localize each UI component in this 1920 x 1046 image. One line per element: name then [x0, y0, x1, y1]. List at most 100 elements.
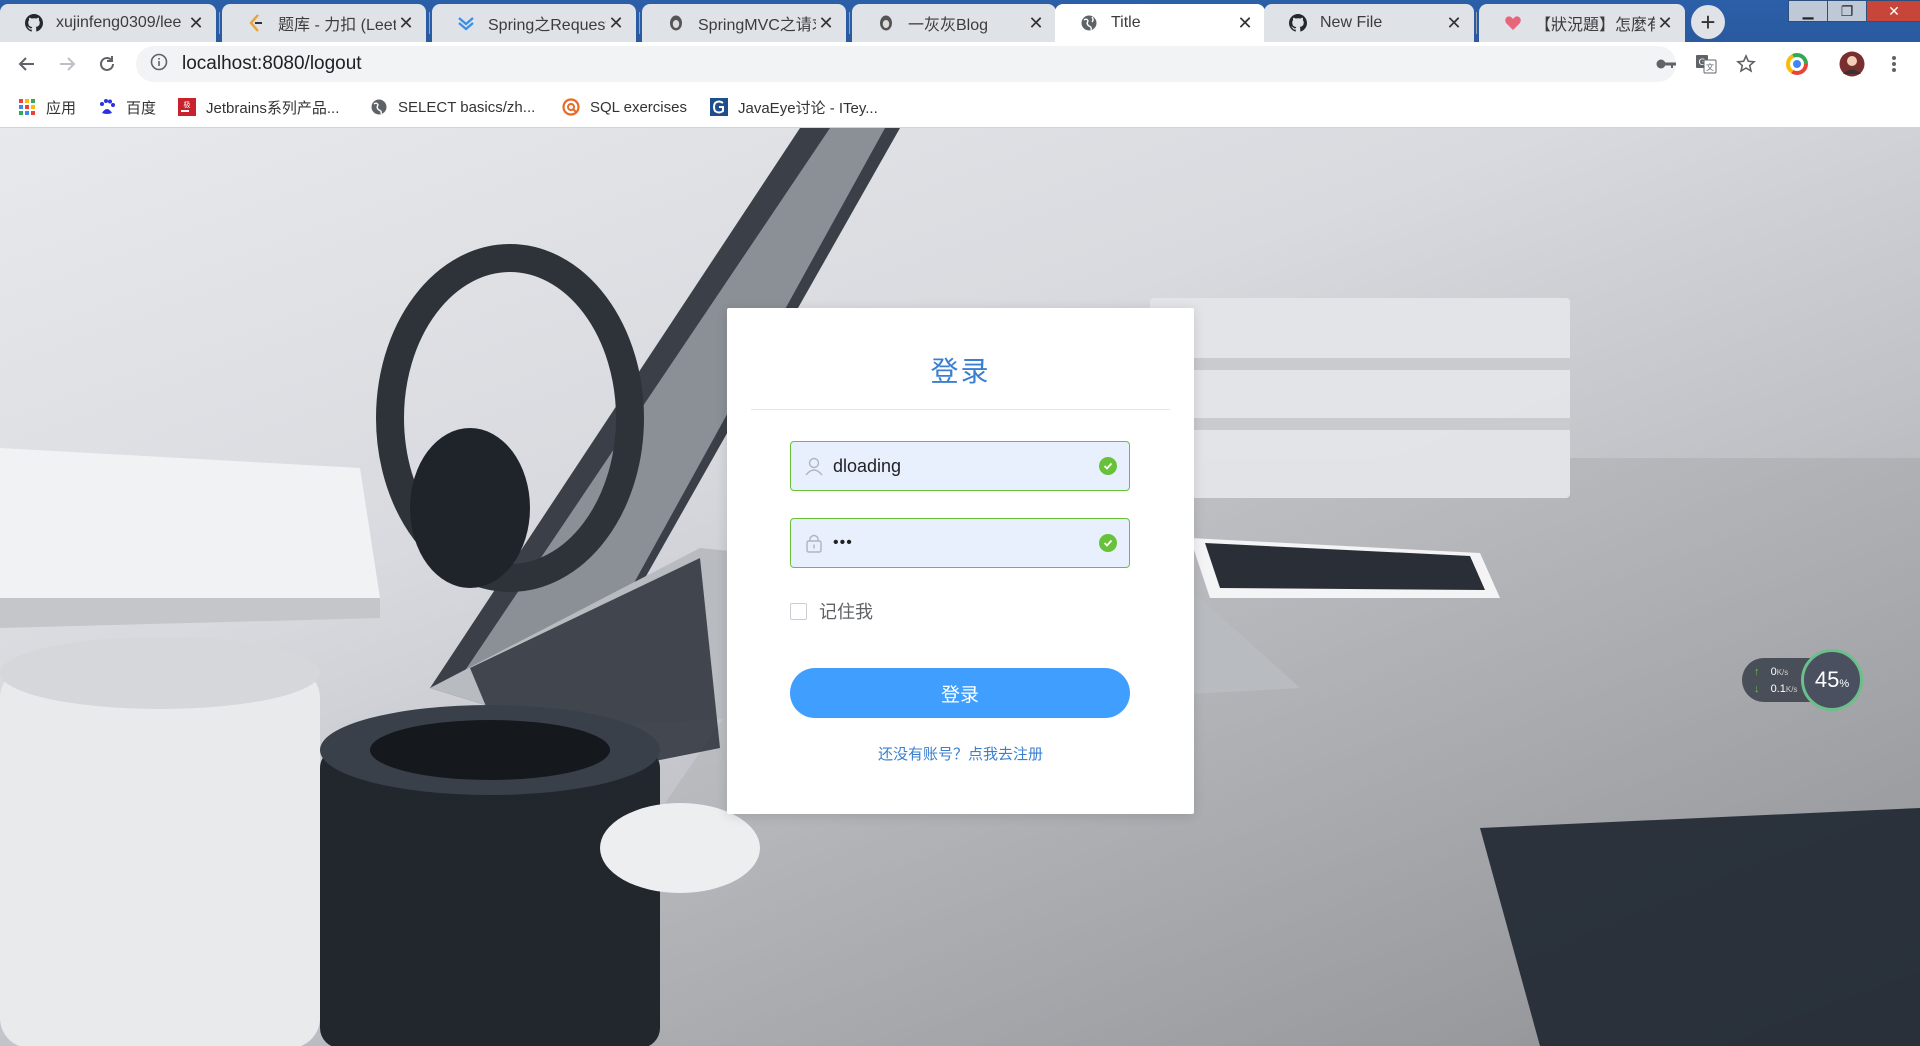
- tab-title: xujinfeng0309/lee: [56, 14, 182, 31]
- tab-separator: [849, 12, 850, 34]
- upload-unit: K/s: [1776, 668, 1789, 677]
- bookmark-sql-exercises[interactable]: SQL exercises: [562, 96, 687, 118]
- user-icon: [803, 455, 825, 477]
- register-link[interactable]: 还没有账号？点我去注册: [727, 743, 1194, 764]
- tab-separator: [219, 12, 220, 34]
- globe-icon: [1079, 13, 1099, 33]
- forward-arrow-icon: [60, 57, 76, 71]
- bookmark-star-icon[interactable]: [1732, 50, 1760, 78]
- heart-icon: [1503, 13, 1523, 33]
- baidu-paw-icon: [98, 98, 116, 116]
- cpu-usage-ring[interactable]: 45%: [1801, 649, 1863, 711]
- new-tab-button[interactable]: +: [1691, 5, 1725, 39]
- download-value: 0.1: [1770, 683, 1786, 695]
- tab-separator: [1476, 12, 1477, 34]
- valid-check-icon: [1099, 534, 1117, 552]
- url-text[interactable]: localhost:8080/logout: [182, 53, 362, 75]
- title-divider: [751, 409, 1170, 410]
- username-field[interactable]: [790, 441, 1130, 491]
- profile-avatar[interactable]: [1838, 50, 1866, 78]
- github-icon: [1288, 13, 1308, 33]
- tab-title: Title: [1111, 14, 1141, 31]
- close-icon[interactable]: ✕: [1026, 13, 1046, 33]
- username-input[interactable]: [833, 455, 1099, 477]
- bookmark-jetbrains[interactable]: 极 Jetbrains系列产品...: [178, 96, 339, 118]
- tab-github-repo[interactable]: xujinfeng0309/lee ✕: [0, 4, 216, 42]
- bookmark-baidu[interactable]: 百度: [98, 96, 156, 118]
- password-field[interactable]: [790, 518, 1130, 568]
- bookmark-apps[interactable]: 应用: [18, 96, 76, 118]
- javaeye-icon: [710, 98, 728, 116]
- sql-exercises-icon: [562, 98, 580, 116]
- window-close-button[interactable]: ✕: [1866, 0, 1920, 22]
- forward-button[interactable]: [53, 50, 81, 78]
- upload-speed: ↑ 0K/s: [1754, 666, 1788, 678]
- back-arrow-icon: [18, 57, 34, 71]
- tab-title: Spring之RequestB: [488, 17, 606, 34]
- tab-strip: xujinfeng0309/lee ✕ 题库 - 力扣 (LeetC ✕ Spr…: [0, 0, 1920, 42]
- tab-title: New File: [1320, 14, 1383, 31]
- close-icon[interactable]: ✕: [186, 13, 206, 33]
- info-icon[interactable]: [150, 53, 168, 76]
- tab-title: 一灰灰Blog: [908, 17, 989, 34]
- tab-separator: [429, 12, 430, 34]
- tab-separator: [639, 12, 640, 34]
- tab-title-active[interactable]: Title ✕: [1055, 4, 1265, 42]
- minimize-button[interactable]: ▁: [1788, 0, 1828, 22]
- globe-icon: [370, 98, 388, 116]
- login-title: 登录: [930, 355, 991, 388]
- tab-spring-requestbody[interactable]: Spring之RequestB ✕: [432, 4, 636, 42]
- back-button[interactable]: [13, 50, 41, 78]
- key-icon[interactable]: [1652, 50, 1680, 78]
- close-icon[interactable]: ✕: [1235, 13, 1255, 33]
- restore-button[interactable]: ❐: [1827, 0, 1867, 22]
- tab-leetcode[interactable]: 题库 - 力扣 (LeetC ✕: [222, 4, 426, 42]
- tab-new-file[interactable]: New File ✕: [1264, 4, 1474, 42]
- svg-text:文: 文: [1706, 62, 1714, 72]
- tab-title: SpringMVC之请求: [698, 17, 816, 34]
- browser-toolbar: localhost:8080/logout: [0, 42, 1920, 86]
- bookmark-javaeye[interactable]: JavaEye讨论 - ITey...: [710, 96, 878, 118]
- remember-me[interactable]: 记住我: [790, 598, 873, 624]
- svg-text:极: 极: [184, 100, 191, 109]
- close-icon[interactable]: ✕: [1655, 13, 1675, 33]
- close-icon[interactable]: ✕: [606, 13, 626, 33]
- login-card: 登录 记住我 登录 还没有账号？点我去注册: [727, 308, 1194, 814]
- bookmark-label: SELECT basics/zh...: [398, 98, 536, 116]
- apps-grid-icon: [18, 98, 36, 116]
- tab-blog[interactable]: 一灰灰Blog ✕: [852, 4, 1056, 42]
- page-background: 登录 记住我 登录 还没有账号？点我去注册: [0, 128, 1920, 1046]
- cpu-unit: %: [1839, 678, 1850, 690]
- upload-arrow-icon: ↑: [1754, 666, 1760, 678]
- jetbrains-icon: 极: [178, 98, 196, 116]
- bookmark-label: SQL exercises: [590, 98, 687, 116]
- close-icon[interactable]: ✕: [816, 13, 836, 33]
- bookmark-label: Jetbrains系列产品...: [206, 99, 340, 117]
- bookmark-label: 百度: [126, 99, 157, 117]
- bookmarks-bar: 应用 百度 极 Jetbrains系列产品... SELECT basics/z…: [0, 86, 1920, 128]
- cpu-percent: 45: [1814, 667, 1840, 692]
- translate-icon[interactable]: G文: [1692, 50, 1720, 78]
- lock-icon: [803, 532, 825, 554]
- login-button[interactable]: 登录: [790, 668, 1130, 718]
- spring-doc-icon: [456, 13, 476, 33]
- tab-status-question[interactable]: 【狀況題】怎麼有 ✕: [1479, 4, 1685, 42]
- remember-me-checkbox[interactable]: [790, 602, 807, 620]
- bookmark-select-basics[interactable]: SELECT basics/zh...: [370, 96, 535, 118]
- browser-menu-icon[interactable]: [1880, 50, 1908, 78]
- close-icon[interactable]: ✕: [1444, 13, 1464, 33]
- remember-me-label: 记住我: [819, 602, 873, 622]
- close-icon[interactable]: ✕: [396, 13, 416, 33]
- download-arrow-icon: ↓: [1754, 683, 1760, 695]
- blog-logo-icon: [666, 13, 686, 33]
- reload-button[interactable]: [93, 50, 121, 78]
- leetcode-icon: [246, 13, 266, 33]
- tab-springmvc[interactable]: SpringMVC之请求 ✕: [642, 4, 846, 42]
- tab-title: 【狀況題】怎麼有: [1535, 17, 1655, 34]
- password-input[interactable]: [833, 534, 1099, 552]
- reload-icon: [100, 56, 114, 71]
- download-speed: ↓ 0.1K/s: [1754, 683, 1797, 695]
- chrome-extension-icon[interactable]: [1783, 50, 1811, 78]
- bookmark-label: 应用: [46, 99, 77, 117]
- address-bar[interactable]: localhost:8080/logout: [136, 46, 1676, 82]
